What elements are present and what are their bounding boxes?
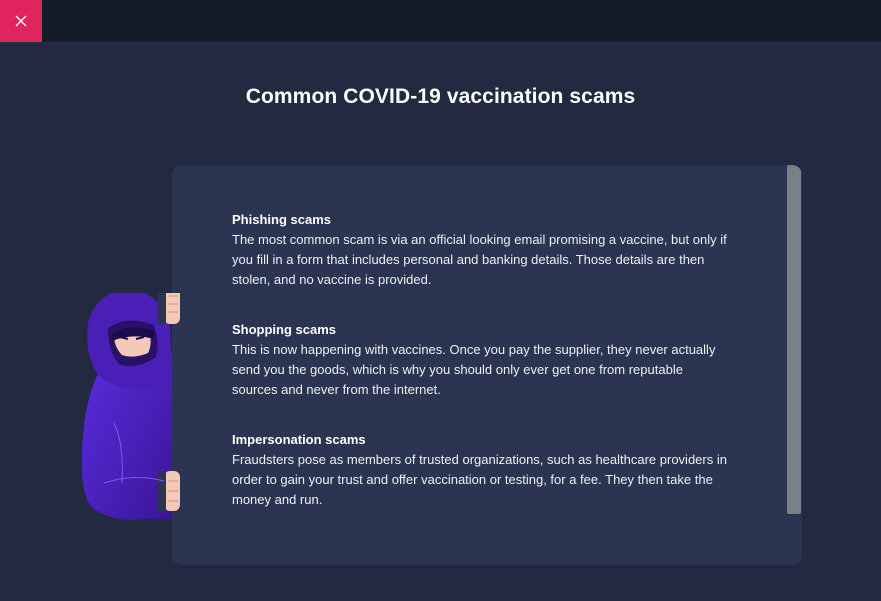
close-button[interactable]	[0, 0, 42, 42]
scams-card: Phishing scams The most common scam is v…	[172, 165, 802, 565]
scam-title: Impersonation scams	[232, 432, 366, 447]
close-icon	[15, 15, 27, 27]
scam-title: Phishing scams	[232, 212, 331, 227]
scam-description: Fraudsters pose as members of trusted or…	[232, 452, 727, 507]
scam-description: This is now happening with vaccines. Onc…	[232, 342, 716, 397]
scam-item-shopping: Shopping scams This is now happening wit…	[232, 320, 732, 400]
scam-item-phishing: Phishing scams The most common scam is v…	[232, 210, 732, 290]
main-content: Common COVID-19 vaccination scams Phishi…	[0, 43, 881, 601]
scrollbar[interactable]	[786, 165, 802, 565]
hooded-scammer-illustration	[74, 288, 194, 553]
scam-description: The most common scam is via an official …	[232, 232, 727, 287]
page-title: Common COVID-19 vaccination scams	[245, 85, 636, 108]
top-bar	[0, 0, 881, 43]
scrollbar-thumb[interactable]	[787, 165, 801, 514]
scam-title: Shopping scams	[232, 322, 337, 337]
scam-item-impersonation: Impersonation scams Fraudsters pose as m…	[232, 430, 732, 510]
